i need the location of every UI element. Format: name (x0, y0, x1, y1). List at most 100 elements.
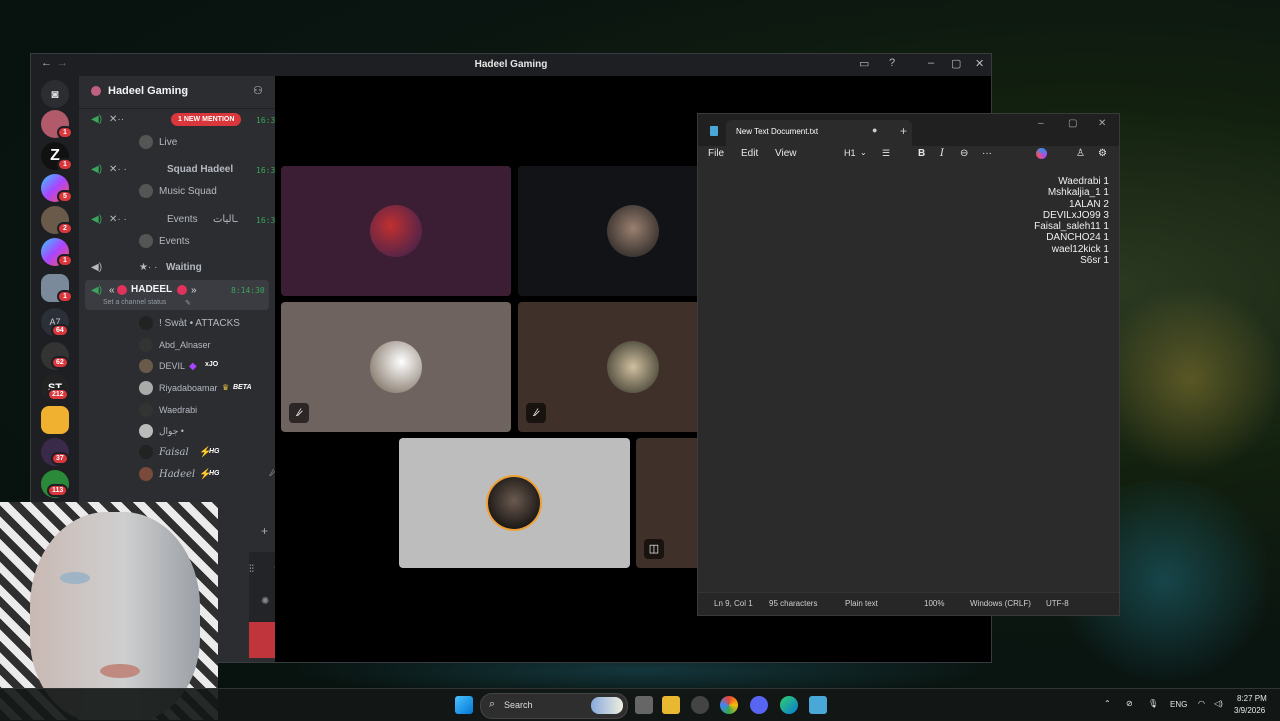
maximize-icon[interactable]: ▢ (951, 57, 961, 70)
member-name[interactable]: جوال • (159, 426, 184, 437)
subchannel-name[interactable]: Events (159, 236, 190, 247)
avatar (370, 341, 422, 393)
server-name: Hadeel Gaming (108, 85, 189, 97)
more-icon[interactable]: ··· (982, 148, 992, 159)
search-box[interactable]: ⌕ Search (480, 693, 628, 719)
server-badge: 212 (47, 388, 69, 401)
close-icon[interactable]: ✕ (1098, 118, 1106, 129)
text-line: DEVILxJO99 3 (1042, 209, 1109, 221)
member-name[interactable]: ! Swàt • ATTACKS (159, 318, 240, 329)
channel-name[interactable]: Live (159, 137, 177, 148)
subchannel-name[interactable]: Music Squad (159, 186, 217, 197)
soundboard-icon[interactable]: ⫶⫶ (249, 564, 254, 575)
server-badge: 1 (57, 290, 73, 303)
tab-file[interactable]: New Text Document.txt ● (726, 120, 912, 146)
channel-icon (139, 135, 153, 149)
notepad-icon (710, 126, 718, 136)
avatar (139, 316, 153, 330)
minimize-icon[interactable]: – (1038, 118, 1044, 129)
bold-icon[interactable]: B (918, 148, 925, 159)
heading-button[interactable]: H1 (844, 148, 856, 158)
volume-icon[interactable]: ◁) (1214, 699, 1223, 708)
taskbar: ⌕ Search ⌃ ⊘ 🎙︎ ENG ◠ ◁) 8:27 PM 3/9/202… (0, 688, 1280, 721)
muted-mic-icon: ⁄̷ (289, 403, 309, 423)
profile-icon[interactable]: ♙ (1076, 148, 1085, 159)
chevron-down-icon[interactable]: ⌄ (860, 148, 867, 157)
add-member-icon[interactable]: ⚇ (253, 84, 263, 97)
muted-mic-icon: ⁄̷ (271, 468, 273, 479)
language-indicator[interactable]: ENG (1170, 700, 1187, 709)
text-line: S6sr 1 (1080, 255, 1109, 267)
server-badge: 1 (57, 158, 73, 171)
server-icon[interactable] (41, 406, 69, 434)
tab-title: New Text Document.txt (736, 127, 819, 136)
avatar (139, 403, 153, 417)
channel-name[interactable]: Waiting (166, 262, 202, 273)
member-name[interactable]: Faisal (159, 447, 189, 458)
chevron-up-icon[interactable]: ⌃ (1104, 699, 1111, 708)
noise-suppression-icon[interactable]: ✺ (261, 596, 269, 607)
clock-time[interactable]: 8:27 PM (1237, 694, 1267, 703)
server-badge: 113 (47, 484, 69, 497)
server-badge: 1 (57, 126, 73, 139)
close-icon[interactable]: ✕ (975, 57, 984, 70)
avatar (607, 341, 659, 393)
minimize-icon[interactable]: – (928, 57, 934, 69)
menu-edit[interactable]: Edit (741, 148, 758, 159)
avatar (139, 359, 153, 373)
mic-icon[interactable]: 🎙︎ (1148, 699, 1158, 708)
app-icon[interactable] (691, 696, 709, 714)
unsaved-dot-icon[interactable]: ● (872, 125, 877, 135)
wifi-icon[interactable]: ◠ (1198, 699, 1205, 708)
discord-icon[interactable] (750, 696, 768, 714)
status-bar: Ln 9, Col 1 95 characters Plain text 100… (698, 592, 1119, 615)
windows-start-icon[interactable] (455, 696, 473, 714)
zoom-level[interactable]: 100% (924, 599, 944, 608)
participant-tile[interactable] (281, 166, 511, 296)
help-icon[interactable]: ? (889, 57, 895, 69)
member-name[interactable]: Waedrabi (159, 405, 197, 415)
edge-icon[interactable] (780, 696, 798, 714)
participant-tile[interactable]: ⁄̷ (281, 302, 511, 432)
italic-icon[interactable]: I (940, 148, 944, 159)
member-name[interactable]: Riyadaboamar (159, 383, 218, 393)
discord-home-icon[interactable]: ◙ (41, 80, 69, 108)
chrome-icon[interactable] (720, 696, 738, 714)
task-view-icon[interactable] (635, 696, 653, 714)
maximize-icon[interactable]: ▢ (1068, 118, 1077, 129)
speaker-icon: ◀) (91, 114, 103, 125)
channel-name[interactable]: Events (167, 214, 198, 225)
member-name[interactable]: Abd_Alnaser (159, 340, 211, 350)
active-voice-channel[interactable]: ◀) « HADEEL » 8:14:30 Set a channel stat… (85, 280, 269, 310)
new-mention-banner[interactable]: 1 NEW MENTION (171, 113, 242, 126)
speaker-icon: ◀) (91, 214, 103, 225)
new-tab-icon[interactable]: + (900, 124, 907, 138)
pencil-icon[interactable]: ✎ (185, 299, 191, 307)
notepad-icon[interactable] (809, 696, 827, 714)
channel-name[interactable]: Squad Hadeel (167, 164, 233, 175)
add-icon[interactable]: + (261, 524, 268, 538)
file-explorer-icon[interactable] (662, 696, 680, 714)
chevron-down-icon[interactable]: ⌄ (182, 84, 190, 95)
member-name[interactable]: Hadeel (159, 469, 195, 480)
member-name[interactable]: DEVIL (159, 361, 185, 371)
network-icon[interactable]: ⊘ (1126, 699, 1133, 708)
clock-date[interactable]: 3/9/2026 (1234, 706, 1265, 715)
copilot-icon[interactable] (1036, 148, 1047, 159)
gear-icon[interactable]: ⚙ (1098, 148, 1107, 159)
crown-icon: ♛ (222, 383, 230, 392)
document-text[interactable]: Waedrabi 1 Mshkaljia_1 1 1ALAN 2 DEVILxJ… (1034, 176, 1109, 266)
participant-tile[interactable] (399, 438, 630, 568)
avatar (139, 338, 153, 352)
link-icon[interactable]: ⊖ (960, 148, 968, 159)
avatar (139, 424, 153, 438)
channel-arabic-name: ـاليات (213, 214, 238, 225)
list-icon[interactable]: ☰ (882, 148, 890, 159)
menu-file[interactable]: File (708, 148, 724, 159)
channel-status[interactable]: Set a channel status (103, 299, 166, 306)
text-line: Mshkaljia_1 1 (1047, 187, 1109, 199)
inbox-icon[interactable]: ▭ (859, 57, 869, 70)
server-header[interactable]: Hadeel Gaming ⌄ ⚇ (79, 76, 275, 109)
menu-view[interactable]: View (775, 148, 797, 159)
red-heart-icon (177, 285, 187, 295)
